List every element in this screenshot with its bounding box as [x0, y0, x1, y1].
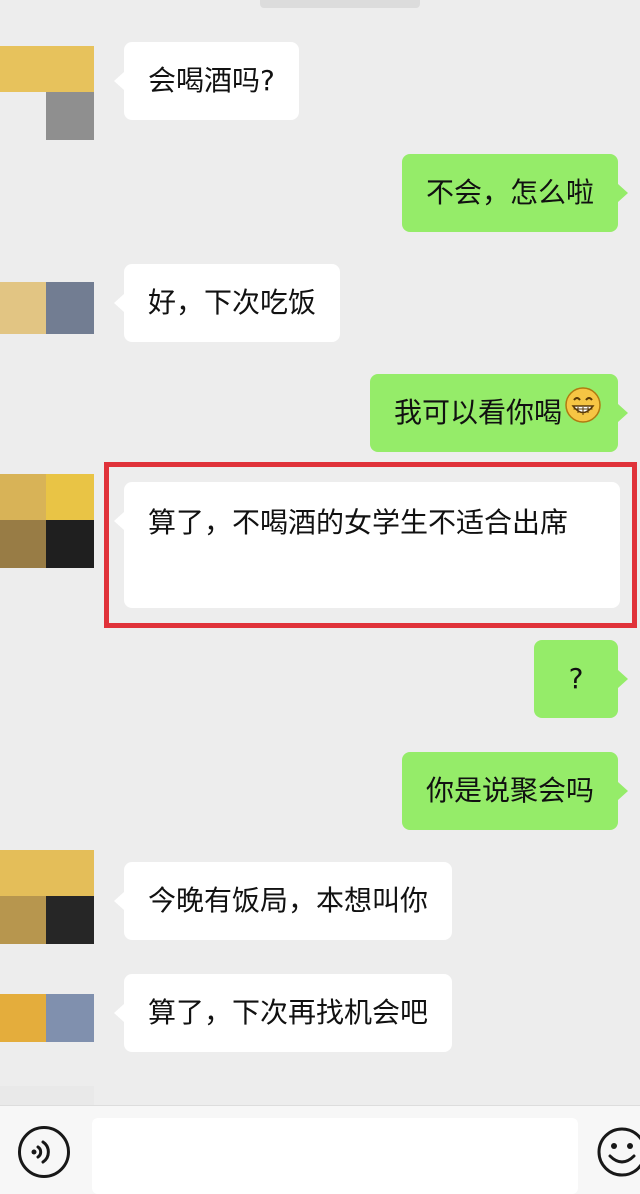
message-text: 我可以看你喝 — [393, 396, 562, 429]
contact-avatar — [0, 1086, 94, 1105]
message-text: 好，下次吃饭 — [148, 286, 317, 319]
incoming-message[interactable]: 今晚有饭局，本想叫你 — [113, 862, 453, 940]
contact-avatar[interactable] — [0, 474, 94, 568]
message-text: 今晚有饭局，本想叫你 — [148, 884, 429, 917]
emoji-button[interactable] — [596, 1126, 640, 1178]
incoming-message[interactable]: 算了，下次再找机会吧 — [113, 974, 453, 1052]
message-text: 算了，下次再找机会吧 — [148, 996, 429, 1029]
message-text: 会喝酒吗? — [148, 64, 275, 97]
contact-avatar[interactable] — [0, 46, 94, 140]
header-remnant — [260, 0, 420, 8]
outgoing-message[interactable]: 不会，怎么啦 — [401, 154, 629, 232]
voice-button[interactable] — [18, 1126, 70, 1178]
emoji-face-icon — [597, 1127, 640, 1177]
contact-avatar[interactable] — [0, 282, 94, 334]
message-text: 你是说聚会吗 — [425, 774, 594, 807]
message-text: 不会，怎么啦 — [425, 176, 594, 209]
contact-avatar[interactable] — [0, 850, 94, 944]
outgoing-message[interactable]: ? — [534, 640, 628, 718]
message-input[interactable] — [92, 1118, 578, 1194]
message-text: ? — [568, 662, 584, 695]
highlight-annotation-box — [104, 462, 637, 628]
input-bar — [0, 1105, 640, 1194]
contact-avatar[interactable] — [0, 994, 94, 1042]
incoming-message[interactable]: 会喝酒吗? — [114, 42, 299, 120]
chat-area: 会喝酒吗? 不会，怎么啦 好，下次吃饭 我可以看你喝 算了，不喝酒的女学生不适合… — [0, 0, 640, 1105]
outgoing-message[interactable]: 我可以看你喝 — [369, 374, 629, 452]
voice-icon — [31, 1140, 50, 1164]
incoming-message[interactable]: 好，下次吃饭 — [113, 264, 341, 342]
outgoing-message[interactable]: 你是说聚会吗 — [401, 752, 629, 830]
grinning-face-icon — [564, 386, 602, 436]
